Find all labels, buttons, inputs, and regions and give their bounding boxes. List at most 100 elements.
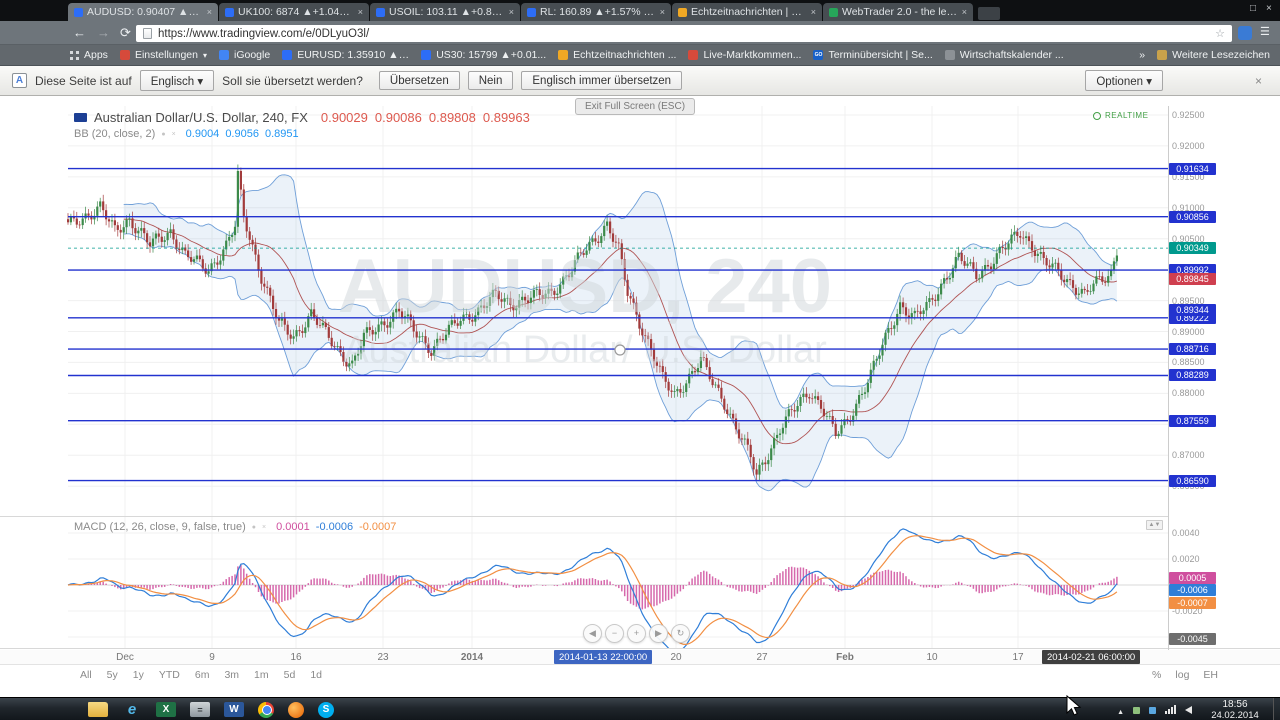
scale-mode-button[interactable]: EH	[1203, 669, 1218, 681]
taskbar: eX = W S ▲ 18:56 24.02.2014	[0, 697, 1280, 720]
macd-indicator-header[interactable]: MACD (12, 26, close, 9, false, true) ● ×…	[74, 521, 396, 533]
chart-nav-button[interactable]: ◀	[583, 624, 602, 643]
taskbar-apps: eX = W S	[88, 698, 334, 720]
range-button[interactable]: 5d	[284, 669, 296, 681]
scale-mode-button[interactable]: log	[1175, 669, 1189, 681]
network-icon[interactable]	[1165, 705, 1176, 714]
time-axis-label: 20	[646, 652, 706, 663]
time-axis-label: Dec	[95, 652, 155, 663]
system-tray: ▲	[1117, 698, 1192, 720]
range-button[interactable]: 6m	[195, 669, 210, 681]
ohlc-open-value: 0.90029	[321, 110, 368, 125]
bb-lower-value: 0.8951	[265, 128, 299, 140]
scale-mode-button[interactable]: %	[1152, 669, 1161, 681]
price-tick-label: 0.88500	[1172, 357, 1205, 367]
time-axis-label: 9	[182, 652, 242, 663]
price-level-label: 0.88716	[1169, 343, 1216, 355]
range-button[interactable]: 1m	[254, 669, 269, 681]
screen: AUDUSD: 0.90407 ▲+0.77%×UK100: 6874 ▲+1.…	[0, 0, 1280, 720]
chart-nav-button[interactable]: ▶	[649, 624, 668, 643]
symbol-title[interactable]: Australian Dollar/U.S. Dollar, 240, FX	[94, 110, 308, 125]
price-level-label: 0.91634	[1169, 163, 1216, 175]
macd-marker-label: -0.0006	[1169, 584, 1216, 596]
time-axis-label: 16	[266, 652, 326, 663]
calculator-icon[interactable]: =	[190, 702, 210, 717]
range-button[interactable]: All	[80, 669, 92, 681]
price-tick-label: 0.88000	[1172, 388, 1205, 398]
price-marker-label: 0.89845	[1169, 273, 1216, 285]
price-tick-label: 0.92500	[1172, 110, 1205, 120]
time-axis-label: 10	[902, 652, 962, 663]
eye-icon[interactable]: ●	[161, 131, 165, 138]
macd-tick-label: 0.0040	[1172, 528, 1200, 538]
price-level-label: 0.90856	[1169, 211, 1216, 223]
macd-marker-label: -0.0045	[1169, 633, 1216, 645]
fullscreen-tooltip: Exit Full Screen (ESC)	[575, 98, 695, 115]
ohlc-low-value: 0.89808	[429, 110, 476, 125]
price-level-label: 0.88289	[1169, 369, 1216, 381]
pane-collapse-control[interactable]: ▲▼	[1146, 520, 1163, 530]
chart-nav-button[interactable]: +	[627, 624, 646, 643]
scale-mode-toolbar: % log EH	[1152, 666, 1218, 684]
svg-text:AUDUSD, 240: AUDUSD, 240	[338, 244, 832, 329]
time-axis-label: 23	[353, 652, 413, 663]
time-axis-label: Feb	[815, 652, 875, 663]
price-level-label: 0.86590	[1169, 475, 1216, 487]
excel-icon[interactable]: X	[156, 702, 176, 717]
taskbar-clock[interactable]: 18:56 24.02.2014	[1198, 699, 1272, 720]
volume-icon[interactable]	[1185, 701, 1192, 719]
ohlc-high-value: 0.90086	[375, 110, 422, 125]
chart-nav-button[interactable]: ↻	[671, 624, 690, 643]
time-axis-label: 2014	[442, 652, 502, 663]
macd-line-value: -0.0006	[316, 521, 353, 533]
macd-marker-label: 0.0005	[1169, 572, 1216, 584]
word-icon[interactable]: W	[224, 702, 244, 717]
macd-histogram-value: 0.0001	[276, 521, 310, 533]
realtime-badge: REALTIME	[1093, 111, 1148, 120]
tray-app-icon[interactable]	[1133, 701, 1140, 719]
chrome-icon[interactable]	[258, 702, 274, 718]
range-button[interactable]: 1d	[310, 669, 322, 681]
price-tick-label: 0.89000	[1172, 327, 1205, 337]
chart-nav-button[interactable]: −	[605, 624, 624, 643]
time-marker-label: 2014-01-13 22:00:00	[554, 650, 652, 664]
mouse-cursor	[1062, 694, 1088, 720]
tray-expand-icon[interactable]: ▲	[1117, 701, 1124, 719]
ohlc-close-value: 0.89963	[483, 110, 530, 125]
time-axis-label: 17	[988, 652, 1048, 663]
realtime-icon	[1093, 112, 1101, 120]
clock-time: 18:56	[1198, 699, 1272, 710]
time-marker-label: 2014-02-21 06:00:00	[1042, 650, 1140, 664]
price-marker-label: 0.90349	[1169, 242, 1216, 254]
symbol-flag-icon	[74, 113, 87, 122]
range-button[interactable]: 5y	[107, 669, 118, 681]
realtime-label: REALTIME	[1105, 111, 1148, 120]
macd-tick-label: 0.0020	[1172, 554, 1200, 564]
bb-upper-value: 0.9056	[225, 128, 259, 140]
range-button[interactable]: 1y	[133, 669, 144, 681]
close-icon[interactable]: ×	[172, 131, 176, 138]
bb-label: BB (20, close, 2)	[74, 128, 155, 140]
price-level-label: 0.87559	[1169, 415, 1216, 427]
chart-header: Australian Dollar/U.S. Dollar, 240, FX 0…	[74, 110, 530, 125]
price-tick-label: 0.92000	[1172, 141, 1205, 151]
svg-text:Australian Dollar/ U.S. Dollar: Australian Dollar/ U.S. Dollar	[343, 329, 827, 371]
price-tick-label: 0.87000	[1172, 450, 1205, 460]
tray-app-icon[interactable]	[1149, 701, 1156, 719]
bb-basis-value: 0.9004	[186, 128, 220, 140]
time-axis-label: 27	[732, 652, 792, 663]
macd-marker-label: -0.0007	[1169, 597, 1216, 609]
skype-icon[interactable]: S	[318, 702, 334, 718]
close-icon[interactable]: ×	[262, 524, 266, 531]
bb-indicator-header[interactable]: BB (20, close, 2) ● × 0.9004 0.9056 0.89…	[74, 128, 299, 140]
range-toolbar: All 5y 1y YTD 6m 3m 1m 5d 1d	[0, 666, 1000, 684]
folder-icon[interactable]	[88, 702, 108, 717]
show-desktop-button[interactable]	[1273, 698, 1280, 720]
eye-icon[interactable]: ●	[252, 524, 256, 531]
range-button[interactable]: 3m	[224, 669, 239, 681]
internet-explorer-icon[interactable]: e	[122, 702, 142, 717]
firefox-icon[interactable]	[288, 702, 304, 718]
price-marker-label: 0.89344	[1169, 304, 1216, 316]
macd-label: MACD (12, 26, close, 9, false, true)	[74, 521, 246, 533]
range-button[interactable]: YTD	[159, 669, 180, 681]
